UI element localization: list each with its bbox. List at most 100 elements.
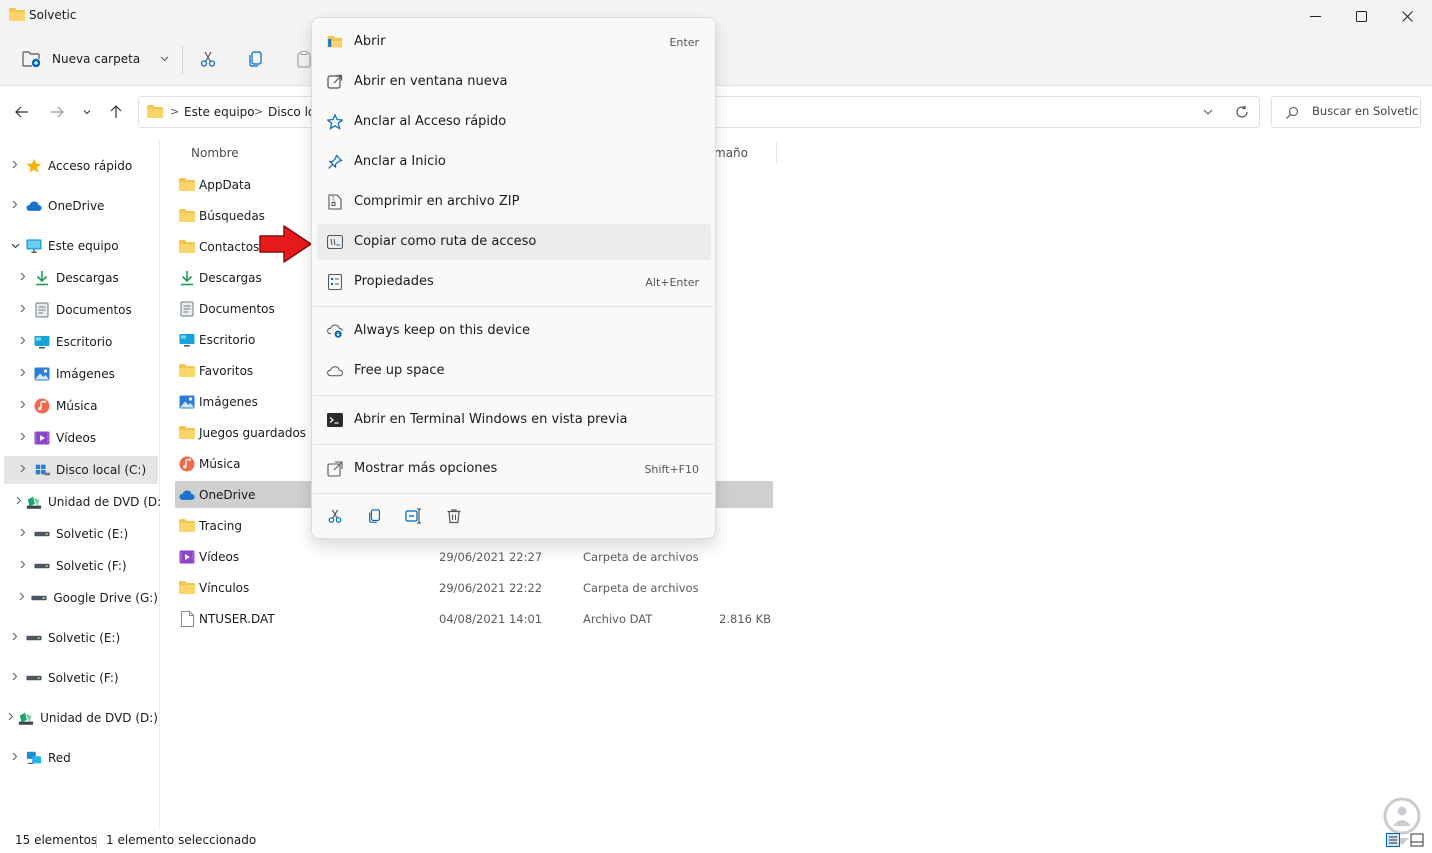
menu-item[interactable]: Always keep on this device xyxy=(317,313,711,349)
sidebar-item[interactable]: Este equipo xyxy=(0,232,158,260)
desktop-icon xyxy=(179,332,195,347)
sidebar-item[interactable]: Documentos xyxy=(0,296,158,324)
cloud-download-icon xyxy=(327,323,343,339)
tiles-view-icon[interactable] xyxy=(1410,833,1424,847)
file-row[interactable]: NTUSER.DAT 04/08/2021 14:01 Archivo DAT 2.8… xyxy=(175,605,773,632)
rename-icon[interactable] xyxy=(404,506,424,526)
sidebar-item[interactable]: Unidad de DVD (D: xyxy=(0,488,162,516)
sidebar-item[interactable]: OneDrive xyxy=(0,192,158,220)
search-input[interactable] xyxy=(1312,104,1418,118)
chevron-right-icon[interactable] xyxy=(16,496,22,508)
new-folder-label: Nueva carpeta xyxy=(52,52,141,66)
file-name: AppData xyxy=(199,178,252,192)
network-icon xyxy=(26,750,42,766)
forward-icon[interactable] xyxy=(49,104,65,120)
chevron-right-icon[interactable] xyxy=(8,672,22,684)
menu-item[interactable]: Abrir Enter xyxy=(317,24,711,60)
chevron-right-icon[interactable] xyxy=(16,336,30,348)
chevron-right-icon[interactable] xyxy=(16,400,30,412)
sidebar-item[interactable]: Descargas xyxy=(0,264,158,292)
close-button[interactable] xyxy=(1384,0,1430,32)
chevron-right-icon[interactable] xyxy=(16,272,30,284)
sidebar-item-label: Imágenes xyxy=(56,367,115,381)
menu-item[interactable]: Copiar como ruta de acceso xyxy=(317,224,711,260)
menu-item[interactable]: Abrir en ventana nueva xyxy=(317,64,711,100)
sidebar-item[interactable]: Imágenes xyxy=(0,360,158,388)
menu-item[interactable]: Free up space xyxy=(317,353,711,389)
refresh-icon[interactable] xyxy=(1235,105,1249,119)
chevron-down-icon xyxy=(160,56,169,62)
recent-locations-icon[interactable] xyxy=(82,104,92,120)
sidebar-item[interactable]: Solvetic (E:) xyxy=(0,624,158,652)
file-name: Tracing xyxy=(199,519,243,533)
pictures-icon xyxy=(179,394,195,409)
cut-icon[interactable] xyxy=(199,50,217,68)
title-bar: Solvetic xyxy=(0,0,1432,32)
chevron-right-icon[interactable] xyxy=(16,304,30,316)
chevron-right-icon[interactable] xyxy=(16,464,30,476)
address-chevron-down-icon[interactable] xyxy=(1203,108,1213,116)
column-header-name[interactable]: Nombre xyxy=(191,146,239,160)
copy-icon[interactable] xyxy=(247,50,265,68)
maximize-button[interactable] xyxy=(1338,0,1384,32)
sidebar-item[interactable]: Solvetic (F:) xyxy=(0,552,158,580)
new-folder-icon xyxy=(22,51,41,68)
menu-item-label: Propiedades xyxy=(354,274,434,289)
details-view-icon[interactable] xyxy=(1386,833,1400,847)
back-icon[interactable] xyxy=(14,104,30,120)
sidebar-item-label: Acceso rápido xyxy=(48,159,133,173)
breadcrumb-este-equipo[interactable]: Este equipo xyxy=(184,105,255,119)
copy-icon[interactable] xyxy=(365,506,385,526)
chevron-right-icon[interactable] xyxy=(8,160,22,172)
chevron-right-icon[interactable] xyxy=(8,752,22,764)
file-row[interactable]: Vínculos 29/06/2021 22:22 Carpeta de archi… xyxy=(175,574,773,601)
sidebar-item[interactable]: Disco local (C:) xyxy=(4,456,158,484)
sidebar-item[interactable]: Música xyxy=(0,392,158,420)
menu-item[interactable]: Abrir en Terminal Windows en vista previ… xyxy=(317,402,711,438)
sidebar-item[interactable]: Unidad de DVD (D:) xyxy=(0,704,158,732)
menu-item[interactable]: Mostrar más opciones Shift+F10 xyxy=(317,451,711,487)
menu-item[interactable]: Propiedades Alt+Enter xyxy=(317,264,711,300)
download-icon xyxy=(179,270,195,285)
breadcrumb-disco-local[interactable]: Disco lo xyxy=(268,105,315,119)
sidebar-item[interactable]: Escritorio xyxy=(0,328,158,356)
menu-item[interactable]: Anclar a Inicio xyxy=(317,144,711,180)
chevron-right-icon[interactable] xyxy=(8,632,22,644)
chevron-down-icon[interactable] xyxy=(8,241,22,252)
menu-item[interactable]: Anclar al Acceso rápido xyxy=(317,104,711,140)
file-name: Música xyxy=(199,457,241,471)
chevron-right-icon[interactable] xyxy=(16,592,27,604)
up-icon[interactable] xyxy=(108,104,124,120)
cut-icon[interactable] xyxy=(325,506,345,526)
sidebar-item[interactable]: Google Drive (G:) xyxy=(0,584,158,612)
search-box[interactable] xyxy=(1271,96,1421,128)
chevron-right-icon[interactable] xyxy=(16,368,30,380)
menu-item[interactable]: Comprimir en archivo ZIP xyxy=(317,184,711,220)
delete-icon[interactable] xyxy=(444,506,464,526)
file-type: Carpeta de archivos xyxy=(583,581,699,595)
sidebar-item[interactable]: Acceso rápido xyxy=(0,152,158,180)
chevron-right-icon[interactable] xyxy=(8,712,14,724)
file-row[interactable]: Vídeos 29/06/2021 22:27 Carpeta de archivo… xyxy=(175,543,773,570)
sidebar-item-label: Unidad de DVD (D: xyxy=(48,495,162,509)
sidebar-item[interactable]: Solvetic (E:) xyxy=(0,520,158,548)
chevron-right-icon[interactable] xyxy=(16,528,30,540)
folder-icon xyxy=(179,425,195,440)
menu-item-label: Abrir en Terminal Windows en vista previ… xyxy=(354,412,628,427)
minimize-button[interactable] xyxy=(1292,0,1338,32)
chevron-right-icon[interactable] xyxy=(8,200,22,212)
chevron-right-icon[interactable] xyxy=(16,432,30,444)
chevron-right-icon[interactable] xyxy=(16,560,30,572)
copy-path-icon xyxy=(327,234,343,250)
sidebar-item-label: Solvetic (F:) xyxy=(48,671,119,685)
sidebar-item[interactable]: Solvetic (F:) xyxy=(0,664,158,692)
column-header-size[interactable]: maño xyxy=(714,146,748,160)
new-folder-button[interactable]: Nueva carpeta xyxy=(22,46,169,72)
music-icon xyxy=(34,398,50,414)
videos-icon xyxy=(34,430,50,446)
menu-item-shortcut: Enter xyxy=(669,36,699,49)
sidebar-item[interactable]: Red xyxy=(0,744,158,772)
sidebar-item[interactable]: Vídeos xyxy=(0,424,158,452)
file-name: Contactos xyxy=(199,240,260,254)
file-type: Carpeta de archivos xyxy=(583,550,699,564)
